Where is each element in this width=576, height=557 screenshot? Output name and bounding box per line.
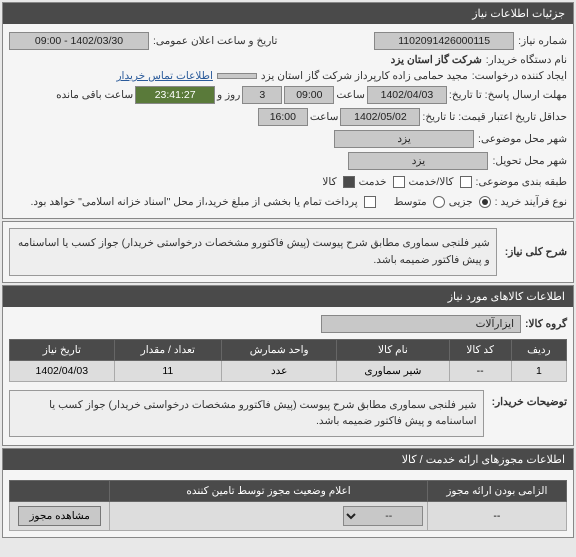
group-value: ایزارآلات: [321, 315, 521, 333]
process-radio-1[interactable]: جزیی: [449, 194, 491, 210]
table-row[interactable]: 1 -- شیر سماوری عدد 11 1402/04/03: [10, 360, 567, 381]
remain-label: ساعت باقی مانده: [56, 89, 133, 101]
buyer-org-value: شرکت گاز استان یزد: [391, 54, 482, 66]
status-select[interactable]: --: [343, 506, 423, 526]
view-license-button[interactable]: مشاهده مجوز: [18, 506, 101, 526]
contact-link[interactable]: اطلاعات تماس خریدار: [116, 70, 212, 82]
radio-icon: [479, 196, 491, 208]
deadline-time-label: ساعت: [336, 89, 365, 101]
class-opt-2[interactable]: خدمت: [359, 174, 405, 190]
checkbox-icon: [460, 176, 472, 188]
th-date: تاریخ نیاز: [10, 339, 115, 360]
need-desc-text: شیر فلنجی سماوری مطابق شرح پیوست (پیش فا…: [9, 228, 497, 276]
cell-row: 1: [511, 360, 566, 381]
contact-gap: [217, 73, 257, 79]
delivery-city-label: شهر محل تحویل:: [492, 155, 567, 167]
th-required: الزامی بودن ارائه مجوز: [427, 481, 566, 502]
need-desc-panel: شرح کلی نیاز: شیر فلنجی سماوری مطابق شرح…: [2, 221, 574, 283]
need-no-field: 1102091426000115: [374, 32, 514, 50]
deadline-time: 09:00: [284, 86, 334, 104]
cell-qty: 11: [114, 360, 221, 381]
class-opt-3[interactable]: کالا: [322, 174, 354, 190]
th-name: نام کالا: [337, 339, 449, 360]
validity-time-label: ساعت: [310, 111, 339, 123]
requester-value: مجید حمامی زاده کارپرداز شرکت گاز استان …: [261, 70, 468, 82]
subject-city: یزد: [334, 130, 474, 148]
items-table: ردیف کد کالا نام کالا واحد شمارش تعداد /…: [9, 339, 567, 382]
th-action: [10, 481, 110, 502]
th-row: ردیف: [511, 339, 566, 360]
days-field: 3: [242, 86, 282, 104]
process-radio-2[interactable]: متوسط: [394, 194, 445, 210]
cell-unit: عدد: [222, 360, 337, 381]
process-label: نوع فرآیند خرید :: [495, 196, 567, 208]
delivery-city: یزد: [348, 152, 488, 170]
deadline-label: مهلت ارسال پاسخ: تا تاریخ:: [449, 89, 567, 101]
radio-icon: [433, 196, 445, 208]
cell-code: --: [449, 360, 511, 381]
checkbox-icon: [393, 176, 405, 188]
license-header: اطلاعات مجوزهای ارائه خدمت / کالا: [3, 449, 573, 470]
checkbox-icon: [364, 196, 376, 208]
validity-date: 1402/05/02: [340, 108, 420, 126]
th-unit: واحد شمارش: [222, 339, 337, 360]
remain-field: 23:41:27: [135, 86, 215, 104]
license-table: الزامی بودن ارائه مجوز اعلام وضعیت مجوز …: [9, 480, 567, 531]
th-qty: تعداد / مقدار: [114, 339, 221, 360]
th-status: اعلام وضعیت مجوز توسط تامین کننده: [110, 481, 428, 502]
panel-header: جزئیات اطلاعات نیاز: [3, 3, 573, 24]
buyer-org-label: نام دستگاه خریدار:: [486, 54, 567, 66]
cell-date: 1402/04/03: [10, 360, 115, 381]
items-panel: اطلاعات کالاهای مورد نیاز گروه کالا: ایز…: [2, 285, 574, 447]
table-row: -- -- مشاهده مجوز: [10, 502, 567, 531]
subject-city-label: شهر محل موضوعی:: [478, 133, 567, 145]
pub-datetime-field: 1402/03/30 - 09:00: [9, 32, 149, 50]
buyer-notes-label: توضیحات خریدار:: [492, 390, 567, 408]
class-label: طبقه بندی موضوعی:: [476, 176, 567, 188]
buyer-notes-text: شیر فلنجی سماوری مطابق شرح پیوست (پیش فا…: [9, 390, 484, 438]
treasury-check[interactable]: پرداخت تمام یا بخشی از مبلغ خرید،از محل …: [31, 194, 376, 210]
class-opt-1[interactable]: کالا/خدمت: [409, 174, 472, 190]
deadline-date: 1402/04/03: [367, 86, 447, 104]
requester-label: ایجاد کننده درخواست:: [472, 70, 567, 82]
license-panel: اطلاعات مجوزهای ارائه خدمت / کالا الزامی…: [2, 448, 574, 538]
validity-label: حداقل تاریخ اعتبار قیمت: تا تاریخ:: [422, 111, 567, 123]
items-header: اطلاعات کالاهای مورد نیاز: [3, 286, 573, 307]
cell-required: --: [427, 502, 566, 531]
checkbox-icon: [343, 176, 355, 188]
need-info-panel: جزئیات اطلاعات نیاز شماره نیاز: 11020914…: [2, 2, 574, 219]
need-no-label: شماره نیاز:: [518, 35, 567, 47]
days-label: روز و: [217, 89, 240, 101]
pub-datetime-label: تاریخ و ساعت اعلان عمومی:: [153, 35, 277, 47]
th-code: کد کالا: [449, 339, 511, 360]
cell-name: شیر سماوری: [337, 360, 449, 381]
need-desc-label: شرح کلی نیاز:: [505, 246, 567, 258]
validity-time: 16:00: [258, 108, 308, 126]
group-label: گروه کالا:: [525, 318, 567, 330]
